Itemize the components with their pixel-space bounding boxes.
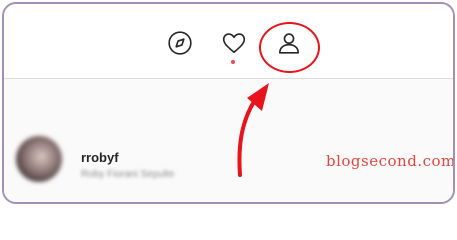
avatar[interactable] (16, 136, 62, 182)
heart-icon[interactable] (221, 30, 247, 56)
suggestion-fullname: Roby Fiorani Sepulte (81, 169, 175, 180)
suggestion-username[interactable]: rrobyf (81, 150, 119, 165)
notification-dot (231, 60, 235, 64)
compass-icon[interactable] (167, 30, 193, 56)
top-navigation-bar (4, 4, 453, 79)
highlight-circle (259, 22, 320, 73)
watermark-text: blogsecond.com (326, 152, 455, 170)
screenshot-frame: rrobyf Roby Fiorani Sepulte blogsecond.c… (2, 2, 455, 204)
red-arrow-annotation (237, 83, 269, 177)
